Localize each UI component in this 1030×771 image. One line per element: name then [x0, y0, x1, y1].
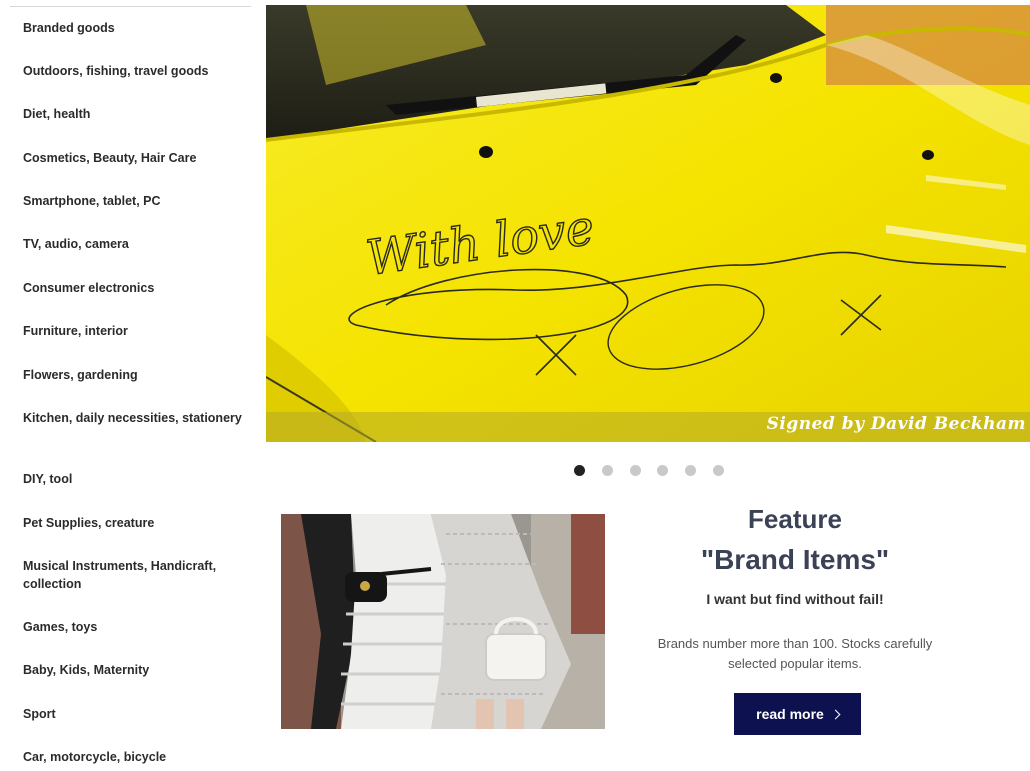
category-sidebar: Branded goods Outdoors, fishing, travel … [0, 0, 252, 771]
feature-subtitle: I want but find without fail! [706, 591, 884, 607]
category-item-outdoors[interactable]: Outdoors, fishing, travel goods [23, 62, 248, 80]
slider-dot-1[interactable] [574, 465, 585, 476]
hero-image: With love [266, 5, 1030, 442]
feature-photo-image [281, 514, 605, 729]
slider-dot-5[interactable] [685, 465, 696, 476]
slider-dot-3[interactable] [630, 465, 641, 476]
hero-slider[interactable]: With love Signed by David Beckham [266, 5, 1030, 442]
category-item-games[interactable]: Games, toys [23, 618, 248, 636]
category-item-sport[interactable]: Sport [23, 705, 248, 723]
feature-photo[interactable] [281, 514, 605, 729]
chevron-right-icon [830, 709, 841, 720]
category-item-cosmetics[interactable]: Cosmetics, Beauty, Hair Care [23, 149, 248, 167]
category-item-furniture[interactable]: Furniture, interior [23, 322, 248, 340]
category-item-diet-health[interactable]: Diet, health [23, 105, 248, 123]
category-item-car[interactable]: Car, motorcycle, bicycle [23, 748, 248, 766]
category-item-flowers[interactable]: Flowers, gardening [23, 366, 248, 384]
sidebar-divider [10, 6, 251, 7]
slider-dot-6[interactable] [713, 465, 724, 476]
read-more-label: read more [756, 706, 824, 722]
read-more-button[interactable]: read more [734, 693, 861, 735]
category-item-musical[interactable]: Musical Instruments, Handicraft, collect… [23, 557, 248, 593]
feature-title-brand: "Brand Items" [700, 544, 890, 575]
category-item-baby[interactable]: Baby, Kids, Maternity [23, 661, 248, 679]
category-item-diy[interactable]: DIY, tool [23, 470, 248, 488]
category-item-kitchen[interactable]: Kitchen, daily necessities, stationery [23, 409, 248, 427]
category-item-branded-goods[interactable]: Branded goods [23, 19, 248, 37]
slider-dot-2[interactable] [602, 465, 613, 476]
category-item-tv-audio[interactable]: TV, audio, camera [23, 235, 248, 253]
category-item-consumer-electronics[interactable]: Consumer electronics [23, 279, 248, 297]
category-item-smartphone[interactable]: Smartphone, tablet, PC [23, 192, 248, 210]
slider-dot-4[interactable] [657, 465, 668, 476]
hero-caption: Signed by David Beckham [766, 414, 1026, 434]
feature-description: Brands number more than 100. Stocks care… [657, 636, 933, 671]
category-item-pet-supplies[interactable]: Pet Supplies, creature [23, 514, 248, 532]
feature-title: Feature [748, 504, 842, 534]
